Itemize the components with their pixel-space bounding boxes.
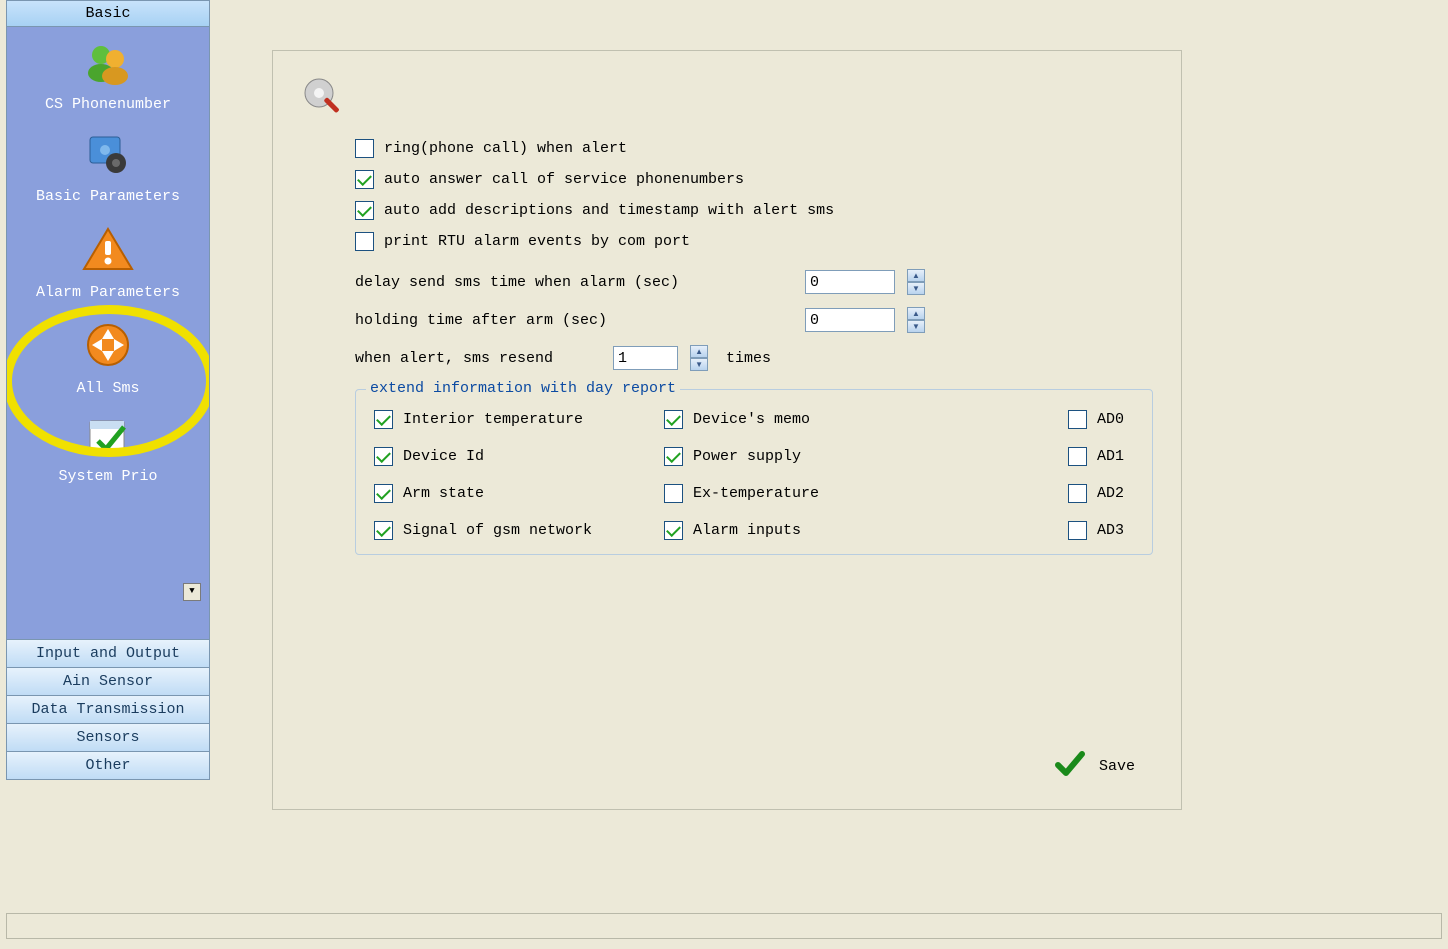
checkbox-device-id[interactable] <box>374 447 393 466</box>
label-opt: Interior temperature <box>403 411 583 428</box>
checkbox-interior-temp[interactable] <box>374 410 393 429</box>
label-opt: Device Id <box>403 448 484 465</box>
users-icon <box>84 41 132 90</box>
spinner-up[interactable]: ▲ <box>907 269 925 282</box>
sidebar-item-basic-parameters[interactable]: Basic Parameters <box>7 119 209 211</box>
checkbox-auto-add-descriptions[interactable] <box>355 201 374 220</box>
checkbox-print-rtu[interactable] <box>355 232 374 251</box>
label-opt: AD3 <box>1097 522 1124 539</box>
label-auto-add-descriptions: auto add descriptions and timestamp with… <box>384 202 834 219</box>
checkbox-arm-state[interactable] <box>374 484 393 503</box>
spinner-up[interactable]: ▲ <box>690 345 708 358</box>
sidebar-item-label: System Prio <box>7 468 209 485</box>
input-holding-time[interactable] <box>805 308 895 332</box>
gear-photo-icon <box>84 133 132 182</box>
checkbox-alarm-inputs[interactable] <box>664 521 683 540</box>
sidebar-tab-data-transmission[interactable]: Data Transmission <box>7 696 209 724</box>
spinner-resend: ▲ ▼ <box>690 345 708 371</box>
checkbox-ex-temperature[interactable] <box>664 484 683 503</box>
label-opt: Signal of gsm network <box>403 522 592 539</box>
spinner-down[interactable]: ▼ <box>690 358 708 371</box>
main-panel: ring(phone call) when alert auto answer … <box>272 50 1182 810</box>
label-print-rtu: print RTU alarm events by com port <box>384 233 690 250</box>
sidebar-item-alarm-parameters[interactable]: Alarm Parameters <box>7 211 209 307</box>
sidebar-item-label: CS Phonenumber <box>7 96 209 113</box>
sidebar-tab-ain-sensor[interactable]: Ain Sensor <box>7 668 209 696</box>
label-opt: Arm state <box>403 485 484 502</box>
checkbox-ad1[interactable] <box>1068 447 1087 466</box>
sidebar-body: CS Phonenumber Basic Parameters <box>7 27 209 639</box>
group-extend-info: extend information with day report Inter… <box>355 389 1153 555</box>
checkbox-power-supply[interactable] <box>664 447 683 466</box>
sidebar-item-system-prio[interactable]: System Prio <box>7 403 209 487</box>
sidebar-item-label: All Sms <box>7 380 209 397</box>
status-bar <box>6 913 1442 939</box>
label-auto-answer: auto answer call of service phonenumbers <box>384 171 744 188</box>
checkbox-ring-when-alert[interactable] <box>355 139 374 158</box>
spinner-down[interactable]: ▼ <box>907 282 925 295</box>
group-title: extend information with day report <box>366 380 680 397</box>
label-opt: Device's memo <box>693 411 810 428</box>
spinner-up[interactable]: ▲ <box>907 307 925 320</box>
label-holding-time: holding time after arm (sec) <box>355 312 795 329</box>
sidebar-item-label: Basic Parameters <box>7 188 209 205</box>
checkbox-signal-gsm[interactable] <box>374 521 393 540</box>
spinner-delay-send: ▲ ▼ <box>907 269 925 295</box>
sidebar-tab-sensors[interactable]: Sensors <box>7 724 209 752</box>
check-icon <box>1055 750 1085 783</box>
label-resend-prefix: when alert, sms resend <box>355 350 553 367</box>
sidebar-tab-input-output[interactable]: Input and Output <box>7 640 209 668</box>
label-opt: Alarm inputs <box>693 522 801 539</box>
sidebar-item-cs-phonenumber[interactable]: CS Phonenumber <box>7 27 209 119</box>
calendar-check-icon <box>84 417 132 462</box>
settings-tool-icon <box>301 75 347 121</box>
alarm-options-form: ring(phone call) when alert auto answer … <box>355 139 1153 555</box>
sidebar-item-label: Alarm Parameters <box>7 284 209 301</box>
checkbox-ad0[interactable] <box>1068 410 1087 429</box>
sidebar-tab-other[interactable]: Other <box>7 752 209 779</box>
checkbox-auto-answer[interactable] <box>355 170 374 189</box>
save-label: Save <box>1099 758 1135 775</box>
label-opt: AD1 <box>1097 448 1124 465</box>
sidebar: Basic CS Phonenumber <box>6 0 210 780</box>
label-resend-suffix: times <box>726 350 771 367</box>
checkbox-ad3[interactable] <box>1068 521 1087 540</box>
input-delay-send[interactable] <box>805 270 895 294</box>
sidebar-scroll-down[interactable]: ▼ <box>183 583 201 601</box>
label-opt: Ex-temperature <box>693 485 819 502</box>
label-delay-send: delay send sms time when alarm (sec) <box>355 274 795 291</box>
save-button[interactable]: Save <box>1055 750 1135 783</box>
checkbox-device-memo[interactable] <box>664 410 683 429</box>
spinner-holding-time: ▲ ▼ <box>907 307 925 333</box>
warning-triangle-icon <box>80 225 136 278</box>
label-opt: AD2 <box>1097 485 1124 502</box>
checkbox-ad2[interactable] <box>1068 484 1087 503</box>
sidebar-item-all-sms[interactable]: All Sms <box>7 307 209 403</box>
input-resend-times[interactable] <box>613 346 678 370</box>
label-opt: AD0 <box>1097 411 1124 428</box>
label-ring-when-alert: ring(phone call) when alert <box>384 140 627 157</box>
label-opt: Power supply <box>693 448 801 465</box>
arrows-circle-icon <box>84 321 132 374</box>
sidebar-category-tabs: Input and Output Ain Sensor Data Transmi… <box>7 639 209 779</box>
spinner-down[interactable]: ▼ <box>907 320 925 333</box>
sidebar-header-basic[interactable]: Basic <box>7 1 209 27</box>
